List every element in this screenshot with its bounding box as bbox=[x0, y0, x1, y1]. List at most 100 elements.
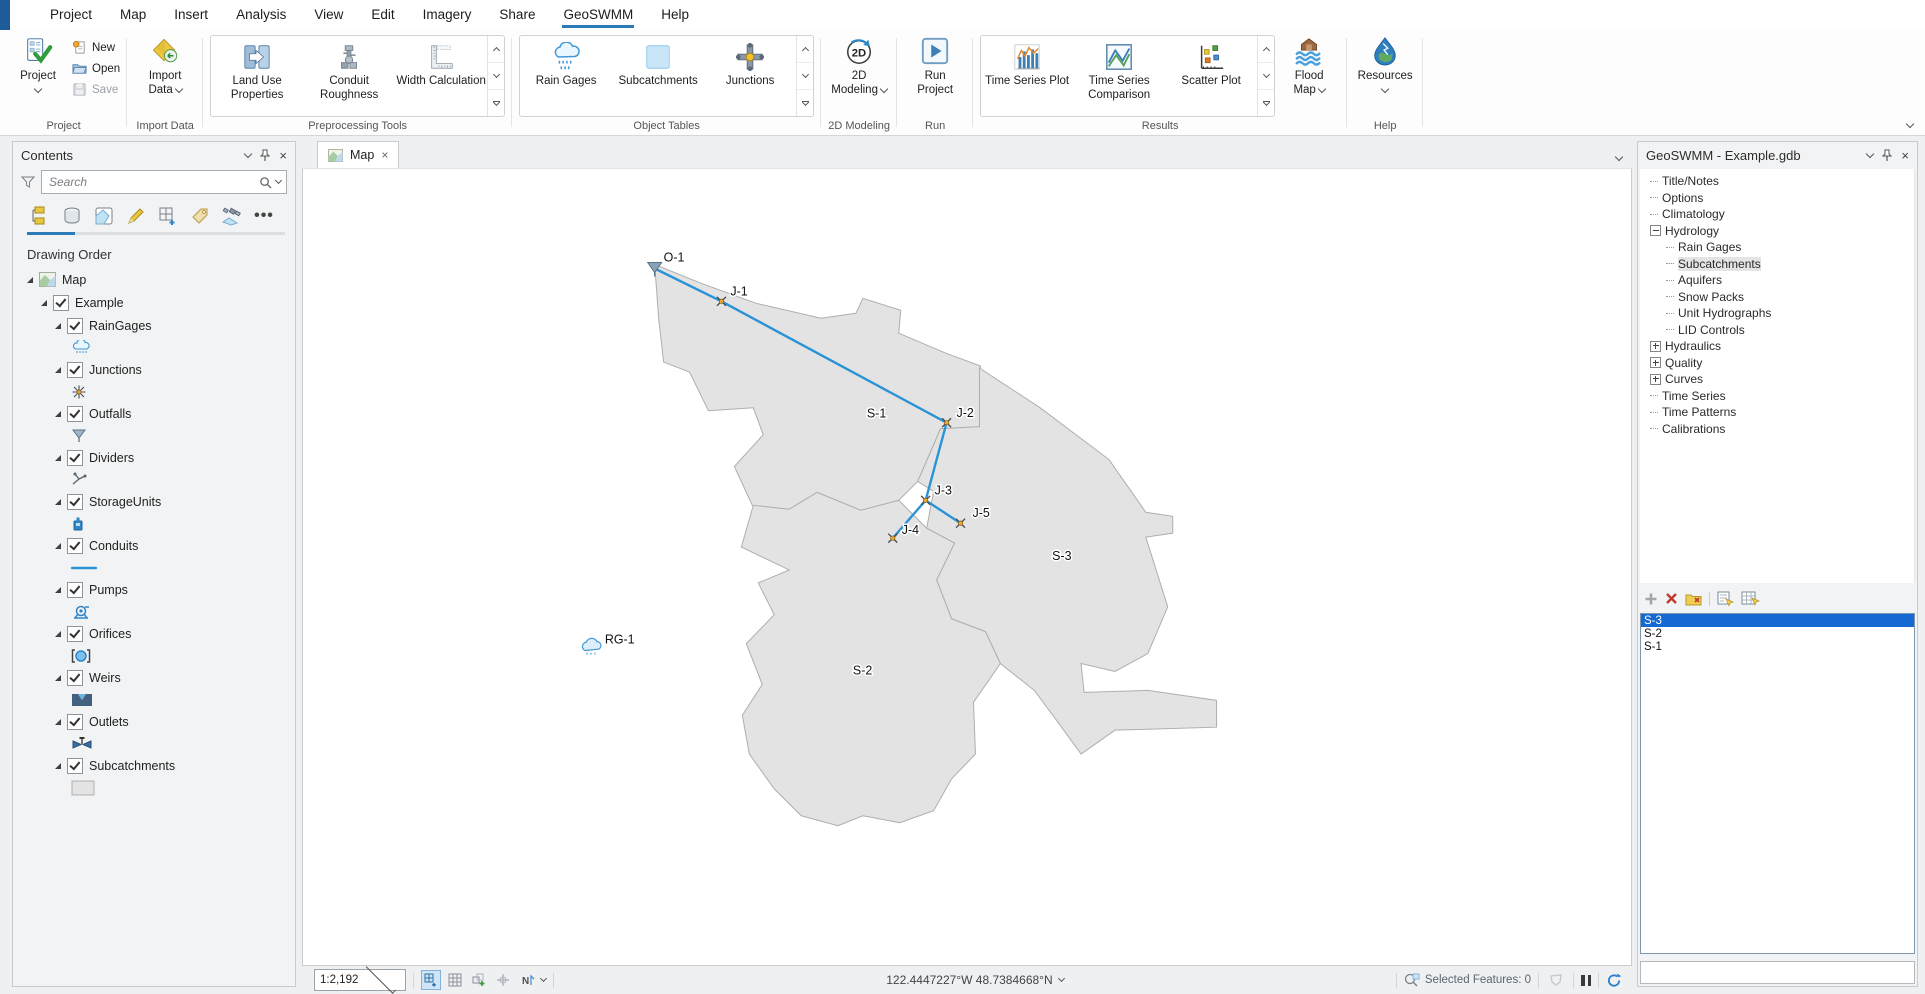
tree-item-subcatchments[interactable]: Subcatchments bbox=[1640, 256, 1914, 273]
import-data-button[interactable]: Import Data bbox=[134, 33, 196, 98]
filter-icon[interactable] bbox=[21, 175, 35, 189]
rain-gages-button[interactable]: Rain Gages bbox=[520, 36, 612, 116]
tree-item-lid-controls[interactable]: LID Controls bbox=[1640, 322, 1914, 339]
collapse-icon[interactable] bbox=[1650, 225, 1661, 236]
gallery-scrollbar[interactable] bbox=[796, 36, 813, 116]
tree-item-conduits[interactable]: Conduits bbox=[13, 534, 295, 557]
search-options-chevron-icon[interactable] bbox=[275, 177, 282, 184]
gallery-scrollbar[interactable] bbox=[487, 36, 504, 116]
more-snapping-chevron-icon[interactable] bbox=[540, 975, 547, 982]
width-calculation-button[interactable]: Width Calculation bbox=[395, 36, 487, 116]
coordinates-display[interactable]: 122.4447227°W 48.7384668°N bbox=[886, 973, 1063, 987]
expand-icon[interactable] bbox=[1650, 374, 1661, 385]
layer-checkbox[interactable] bbox=[67, 582, 83, 598]
gallery-scrollbar[interactable] bbox=[1257, 36, 1274, 116]
time-series-comparison-button[interactable]: Time Series Comparison bbox=[1073, 36, 1165, 116]
tree-item-outlets[interactable]: Outlets bbox=[13, 710, 295, 733]
map-canvas[interactable]: O-1 J-1 J-2 J-3 J-4 J-5 S-1 S-2 S-3 RG-1 bbox=[302, 168, 1632, 966]
gallery-expand-icon[interactable] bbox=[1263, 101, 1270, 105]
close-panel-icon[interactable]: × bbox=[279, 149, 287, 162]
scroll-up-icon[interactable] bbox=[1263, 47, 1270, 54]
menu-edit[interactable]: Edit bbox=[357, 0, 408, 30]
tab-selection[interactable] bbox=[91, 204, 117, 228]
tree-item-junctions[interactable]: Junctions bbox=[13, 358, 295, 381]
panel-menu-chevron-icon[interactable] bbox=[244, 149, 252, 157]
expander-icon[interactable] bbox=[55, 763, 61, 769]
grid-toggle[interactable] bbox=[445, 970, 465, 990]
tree-item-curves[interactable]: Curves bbox=[1640, 371, 1914, 388]
close-tab-icon[interactable]: × bbox=[381, 149, 388, 161]
new-button[interactable]: New bbox=[72, 40, 120, 55]
open-table-icon[interactable] bbox=[1741, 591, 1760, 606]
menu-help[interactable]: Help bbox=[647, 0, 703, 30]
layer-checkbox[interactable] bbox=[67, 670, 83, 686]
pause-drawing-button[interactable] bbox=[1581, 975, 1591, 986]
project-button[interactable]: Project bbox=[7, 33, 69, 92]
tree-item-rain-gages[interactable]: Rain Gages bbox=[1640, 239, 1914, 256]
expander-icon[interactable] bbox=[55, 499, 61, 505]
feature-list-item[interactable]: S-1 bbox=[1641, 640, 1914, 653]
menu-imagery[interactable]: Imagery bbox=[409, 0, 486, 30]
north-arrow-toggle[interactable]: N bbox=[517, 970, 537, 990]
tree-item-climatology[interactable]: Climatology bbox=[1640, 206, 1914, 223]
subcatchments-button[interactable]: Subcatchments bbox=[612, 36, 704, 116]
close-panel-icon[interactable]: × bbox=[1901, 149, 1909, 162]
scroll-down-icon[interactable] bbox=[802, 71, 809, 78]
expand-icon[interactable] bbox=[1650, 357, 1661, 368]
expander-icon[interactable] bbox=[55, 631, 61, 637]
expander-icon[interactable] bbox=[27, 277, 33, 283]
expander-icon[interactable] bbox=[55, 675, 61, 681]
run-project-button[interactable]: Run Project bbox=[904, 33, 966, 98]
search-icon[interactable] bbox=[259, 176, 272, 189]
layer-checkbox[interactable] bbox=[67, 362, 83, 378]
pin-icon[interactable] bbox=[260, 149, 270, 162]
feature-list-item[interactable]: S-2 bbox=[1641, 627, 1914, 640]
scroll-down-icon[interactable] bbox=[1263, 71, 1270, 78]
menu-share[interactable]: Share bbox=[485, 0, 549, 30]
flood-map-button[interactable]: Flood Map bbox=[1278, 33, 1340, 98]
edit-properties-icon[interactable] bbox=[1717, 591, 1734, 606]
tab-more-options[interactable]: ••• bbox=[251, 204, 277, 228]
scroll-up-icon[interactable] bbox=[802, 47, 809, 54]
add-features-toggle[interactable] bbox=[469, 970, 489, 990]
tree-item-hydrology[interactable]: Hydrology bbox=[1640, 223, 1914, 240]
expander-icon[interactable] bbox=[55, 719, 61, 725]
delete-feature-icon[interactable] bbox=[1665, 592, 1678, 605]
time-series-plot-button[interactable]: Time Series Plot bbox=[981, 36, 1073, 116]
menu-project[interactable]: Project bbox=[36, 0, 106, 30]
tree-item-dividers[interactable]: Dividers bbox=[13, 446, 295, 469]
layer-checkbox[interactable] bbox=[67, 626, 83, 642]
tree-item-time-patterns[interactable]: Time Patterns bbox=[1640, 404, 1914, 421]
tree-item-pumps[interactable]: Pumps bbox=[13, 578, 295, 601]
tab-labeling[interactable] bbox=[187, 204, 213, 228]
expander-icon[interactable] bbox=[55, 411, 61, 417]
crosshair-toggle[interactable] bbox=[493, 970, 513, 990]
layer-checkbox[interactable] bbox=[67, 406, 83, 422]
expander-icon[interactable] bbox=[55, 543, 61, 549]
menu-map[interactable]: Map bbox=[106, 0, 160, 30]
tree-item-orifices[interactable]: Orifices bbox=[13, 622, 295, 645]
raingage-rg1-marker[interactable] bbox=[582, 638, 600, 654]
map-view-tab[interactable]: Map × bbox=[317, 141, 399, 168]
expander-icon[interactable] bbox=[55, 367, 61, 373]
expander-icon[interactable] bbox=[55, 587, 61, 593]
menu-view[interactable]: View bbox=[300, 0, 357, 30]
menu-analysis[interactable]: Analysis bbox=[222, 0, 300, 30]
add-feature-icon[interactable] bbox=[1644, 592, 1658, 606]
tree-item-title-notes[interactable]: Title/Notes bbox=[1640, 173, 1914, 190]
2d-modeling-button[interactable]: 2D 2D Modeling bbox=[828, 33, 890, 98]
tree-item-storageunits[interactable]: StorageUnits bbox=[13, 490, 295, 513]
refresh-icon[interactable] bbox=[1606, 973, 1622, 988]
tab-data-source[interactable] bbox=[59, 204, 85, 228]
tree-item-snow-packs[interactable]: Snow Packs bbox=[1640, 289, 1914, 306]
layer-checkbox[interactable] bbox=[67, 494, 83, 510]
gallery-expand-icon[interactable] bbox=[802, 101, 809, 105]
pin-icon[interactable] bbox=[1882, 149, 1892, 162]
map-scale-select[interactable]: 1:2,192 bbox=[314, 969, 406, 991]
tab-imagery[interactable] bbox=[219, 204, 245, 228]
tree-item-outfalls[interactable]: Outfalls bbox=[13, 402, 295, 425]
tab-drawing-order[interactable] bbox=[27, 204, 53, 228]
tree-item-subcatchments[interactable]: Subcatchments bbox=[13, 754, 295, 777]
expander-icon[interactable] bbox=[41, 300, 47, 306]
tree-item-hydraulics[interactable]: Hydraulics bbox=[1640, 338, 1914, 355]
